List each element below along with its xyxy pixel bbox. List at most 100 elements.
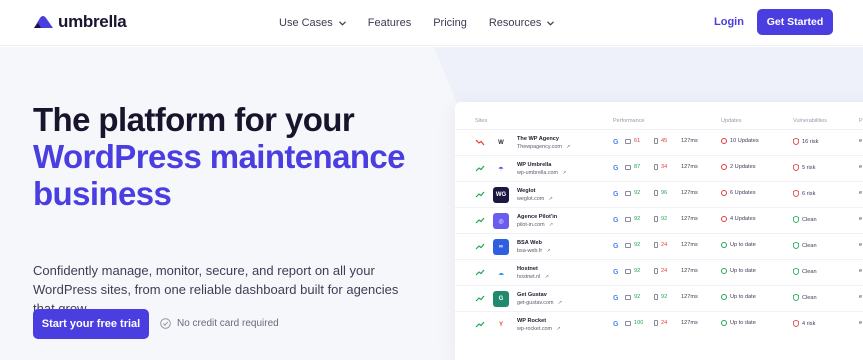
extra-column-value: e <box>859 320 863 326</box>
nav-label: Pricing <box>433 17 467 29</box>
update-status-icon <box>721 216 727 222</box>
vulnerability-status[interactable]: 4 risk <box>793 320 815 327</box>
col-extra: P <box>859 118 863 124</box>
nav-features[interactable]: Features <box>368 17 411 29</box>
site-url[interactable]: wp-umbrella.com ↗ <box>517 170 567 176</box>
desktop-icon <box>625 164 631 170</box>
extra-column-value: e <box>859 294 863 300</box>
check-circle-icon <box>160 318 171 329</box>
dashboard-preview: Sites Performance Updates Vulnerabilitie… <box>455 102 863 360</box>
desktop-score: 87 <box>625 164 640 170</box>
get-gustav-icon: G <box>493 291 509 307</box>
table-row[interactable]: ∞ BSA Web bsa-web.fr ↗ G 92 24 127ms Up to date C… <box>455 233 863 259</box>
umbrella-logo-icon <box>34 16 53 28</box>
updates-status[interactable]: 4 Updates <box>721 216 756 222</box>
response-time: 127ms <box>681 268 698 274</box>
updates-status[interactable]: 10 Updates <box>721 138 759 144</box>
updates-status[interactable]: 2 Updates <box>721 164 756 170</box>
mobile-icon <box>654 294 658 300</box>
shield-icon <box>793 242 799 249</box>
nav-resources[interactable]: Resources <box>489 17 555 29</box>
mobile-icon <box>654 320 658 326</box>
logo[interactable]: umbrella <box>33 12 127 32</box>
updates-status[interactable]: Up to date <box>721 242 756 248</box>
mobile-score: 34 <box>654 164 667 170</box>
google-icon: G <box>613 217 619 224</box>
shield-icon <box>793 268 799 275</box>
site-url-text: wp-umbrella.com <box>517 170 559 176</box>
extra-column-value: e <box>859 138 863 144</box>
updates-status[interactable]: Up to date <box>721 268 756 274</box>
site-url[interactable]: pilot-in.com ↗ <box>517 222 553 228</box>
shield-icon <box>793 190 799 197</box>
trend-up-icon <box>475 321 485 328</box>
start-free-trial-button[interactable]: Start your free trial <box>33 309 149 339</box>
site-url[interactable]: bsa-web.fr ↗ <box>517 248 551 254</box>
trend-up-icon <box>475 243 485 250</box>
table-row[interactable]: WG Weglot weglot.com ↗ G 92 96 127ms 6 Updates 6 … <box>455 181 863 207</box>
external-link-icon: ↗ <box>548 222 554 228</box>
bsa-web-icon: ∞ <box>493 239 509 255</box>
table-row[interactable]: G Get Gustav get-gustav.com ↗ G 92 92 127ms Up t… <box>455 285 863 311</box>
external-link-icon: ↗ <box>562 170 567 176</box>
nav-pricing[interactable]: Pricing <box>433 17 467 29</box>
login-link[interactable]: Login <box>714 16 744 28</box>
table-row[interactable]: Y WP Rocket wp-rocket.com ↗ G 100 24 127ms Up to… <box>455 311 863 337</box>
update-status-icon <box>721 268 727 274</box>
site-url-text: get-gustav.com <box>517 300 554 306</box>
desktop-icon <box>625 216 631 222</box>
site-name: WP Rocket <box>517 318 547 324</box>
desktop-score: 92 <box>625 190 640 196</box>
site-url[interactable]: wp-rocket.com ↗ <box>517 326 561 332</box>
vulnerability-status[interactable]: Clean <box>793 216 817 223</box>
update-status-icon <box>721 320 727 326</box>
site-name: BSA Web <box>517 240 542 246</box>
table-row[interactable]: W The WP Agency Thewpagency.com ↗ G 61 45 127ms… <box>455 129 863 155</box>
site-url[interactable]: hostnet.nl ↗ <box>517 274 549 280</box>
extra-column-value: e <box>859 190 863 196</box>
vulnerability-status[interactable]: 5 risk <box>793 164 815 171</box>
desktop-score: 92 <box>625 268 640 274</box>
chevron-down-icon <box>547 20 555 26</box>
mobile-score: 45 <box>654 138 667 144</box>
update-status-icon <box>721 242 727 248</box>
table-row[interactable]: ◎ Agence Pilot'in pilot-in.com ↗ G 92 92 127ms 4… <box>455 207 863 233</box>
google-icon: G <box>613 243 619 250</box>
updates-status[interactable]: Up to date <box>721 294 756 300</box>
site-url[interactable]: Thewpagency.com ↗ <box>517 144 570 150</box>
google-icon: G <box>613 165 619 172</box>
response-time: 127ms <box>681 294 698 300</box>
site-url-text: pilot-in.com <box>517 222 545 228</box>
table-row[interactable]: ☁ Hostnet hostnet.nl ↗ G 92 24 127ms Up to date C… <box>455 259 863 285</box>
no-credit-card-note: No credit card required <box>160 318 279 329</box>
shield-icon <box>793 216 799 223</box>
site-url[interactable]: weglot.com ↗ <box>517 196 553 202</box>
site-name: Weglot <box>517 188 536 194</box>
get-started-button[interactable]: Get Started <box>757 9 833 35</box>
response-time: 127ms <box>681 242 698 248</box>
google-icon: G <box>613 269 619 276</box>
site-url[interactable]: get-gustav.com ↗ <box>517 300 562 306</box>
vulnerability-status[interactable]: Clean <box>793 268 817 275</box>
nav-use-cases[interactable]: Use Cases <box>279 17 346 29</box>
pilotin-icon: ◎ <box>493 213 509 229</box>
shield-icon <box>793 320 799 327</box>
vulnerability-status[interactable]: Clean <box>793 294 817 301</box>
table-row[interactable]: ☂ WP Umbrella wp-umbrella.com ↗ G 87 34 127ms 2 … <box>455 155 863 181</box>
nav-label: Resources <box>488 17 542 29</box>
col-performance: Performance <box>613 118 645 124</box>
vulnerability-status[interactable]: Clean <box>793 242 817 249</box>
vulnerability-status[interactable]: 6 risk <box>793 190 815 197</box>
desktop-icon <box>625 294 631 300</box>
extra-column-value: e <box>859 164 863 170</box>
updates-status[interactable]: Up to date <box>721 320 756 326</box>
site-name: WP Umbrella <box>517 162 552 168</box>
updates-status[interactable]: 6 Updates <box>721 190 756 196</box>
umbrella-icon: ☂ <box>493 161 509 177</box>
mobile-score: 24 <box>654 320 667 326</box>
google-icon: G <box>613 191 619 198</box>
extra-column-value: e <box>859 242 863 248</box>
vulnerability-status[interactable]: 16 risk <box>793 138 818 145</box>
extra-column-value: e <box>859 216 863 222</box>
update-status-icon <box>721 294 727 300</box>
